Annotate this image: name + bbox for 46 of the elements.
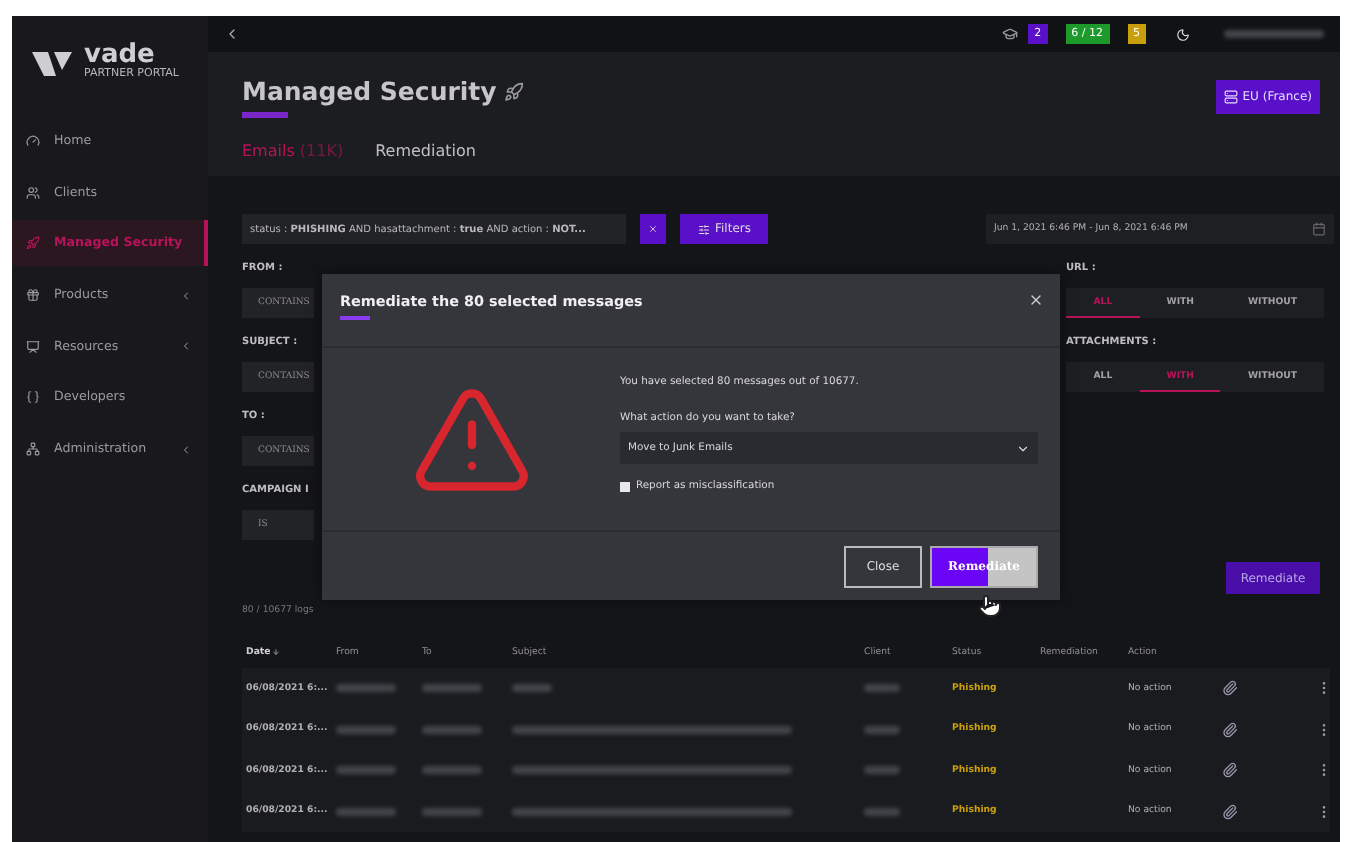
nav-icon bbox=[26, 134, 40, 148]
redacted-value bbox=[336, 684, 396, 693]
redacted-value bbox=[336, 725, 396, 734]
nav-icon bbox=[26, 339, 40, 354]
title-underline bbox=[242, 112, 288, 118]
chevron-icon bbox=[180, 443, 192, 456]
redacted-value bbox=[512, 684, 552, 693]
redacted-value bbox=[864, 725, 900, 734]
tab[interactable]: Remediation bbox=[375, 142, 476, 160]
chevron-icon bbox=[180, 289, 192, 302]
nav-icon bbox=[26, 442, 40, 457]
redacted-value bbox=[422, 766, 482, 775]
redacted-value bbox=[422, 725, 482, 734]
page-title: Managed Security bbox=[242, 76, 497, 106]
server-icon bbox=[1224, 90, 1239, 104]
title-underline bbox=[340, 316, 370, 320]
checkbox[interactable] bbox=[620, 481, 630, 491]
close-icon[interactable] bbox=[1028, 292, 1044, 308]
moon-icon[interactable] bbox=[1176, 27, 1190, 41]
redacted-value bbox=[336, 807, 396, 816]
sort-arrow-icon bbox=[272, 648, 281, 656]
nav-icon bbox=[26, 390, 40, 405]
paperclip-icon bbox=[1222, 762, 1238, 779]
logo-name: vade bbox=[84, 44, 155, 66]
sliders-icon bbox=[697, 223, 709, 235]
redacted-value bbox=[422, 807, 482, 816]
redacted-value bbox=[336, 766, 396, 775]
paperclip-icon bbox=[1222, 721, 1238, 738]
graduation-cap-icon bbox=[1002, 26, 1019, 42]
redacted-value bbox=[864, 807, 900, 816]
paperclip-icon bbox=[1222, 803, 1238, 820]
redacted-user-name bbox=[1224, 30, 1324, 38]
logo-icon bbox=[32, 47, 72, 79]
rocket-icon bbox=[504, 81, 525, 101]
nav-icon bbox=[26, 236, 40, 251]
chevron-icon bbox=[180, 340, 192, 353]
redacted-value bbox=[864, 684, 900, 693]
chevron-down-icon bbox=[1016, 441, 1030, 455]
redacted-value bbox=[864, 766, 900, 775]
paperclip-icon bbox=[1222, 680, 1238, 697]
collapse-icon[interactable] bbox=[224, 26, 240, 42]
redacted-value bbox=[422, 684, 482, 693]
hand-cursor-icon bbox=[978, 594, 1002, 618]
calendar-icon bbox=[1312, 222, 1326, 236]
nav-icon bbox=[26, 185, 40, 200]
nav-icon bbox=[26, 288, 40, 303]
